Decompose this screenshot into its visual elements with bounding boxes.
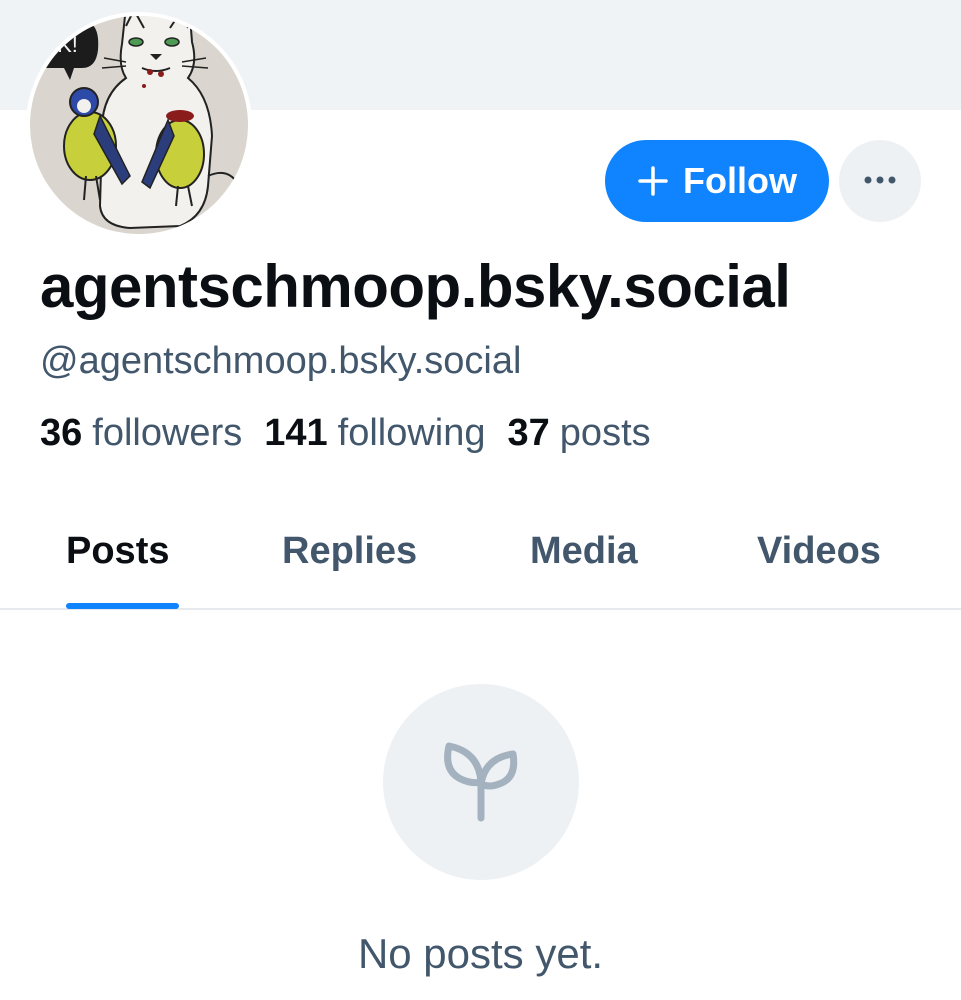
follow-button[interactable]: Follow xyxy=(605,140,829,222)
ellipsis-icon xyxy=(862,172,898,190)
sprout-icon xyxy=(433,732,529,833)
tab-replies[interactable]: Replies xyxy=(282,530,417,573)
avatar-container[interactable]: OK! xyxy=(26,12,252,238)
posts-count: 37 xyxy=(507,412,550,454)
posts-label: posts xyxy=(559,412,651,454)
following-count: 141 xyxy=(264,412,328,454)
plus-icon xyxy=(637,165,669,197)
posts-stat: 37 posts xyxy=(508,412,651,455)
profile-page: OK! Follow agentschmoop.bsky.social @age… xyxy=(0,0,961,1000)
empty-state-icon-circle xyxy=(383,684,579,880)
follow-button-label: Follow xyxy=(683,160,797,201)
tab-media[interactable]: Media xyxy=(530,530,638,573)
tab-posts[interactable]: Posts xyxy=(66,530,169,573)
followers-count: 36 xyxy=(40,412,83,454)
empty-state-message: No posts yet. xyxy=(357,930,604,977)
tab-videos[interactable]: Videos xyxy=(757,530,881,573)
profile-handle: @agentschmoop.bsky.social xyxy=(40,340,522,382)
following-stat[interactable]: 141 following xyxy=(264,412,485,455)
more-options-button[interactable] xyxy=(839,140,921,222)
profile-stats: 36 followers 141 following 37 posts xyxy=(40,412,673,455)
followers-label: followers xyxy=(92,412,243,454)
following-label: following xyxy=(337,412,486,454)
profile-tabs: Posts Replies Media Videos xyxy=(0,500,961,610)
avatar-illustration: OK! xyxy=(30,16,248,234)
active-tab-indicator xyxy=(66,603,179,609)
display-name: agentschmoop.bsky.social xyxy=(40,253,791,320)
followers-stat[interactable]: 36 followers xyxy=(40,412,242,455)
avatar[interactable]: OK! xyxy=(30,16,248,234)
